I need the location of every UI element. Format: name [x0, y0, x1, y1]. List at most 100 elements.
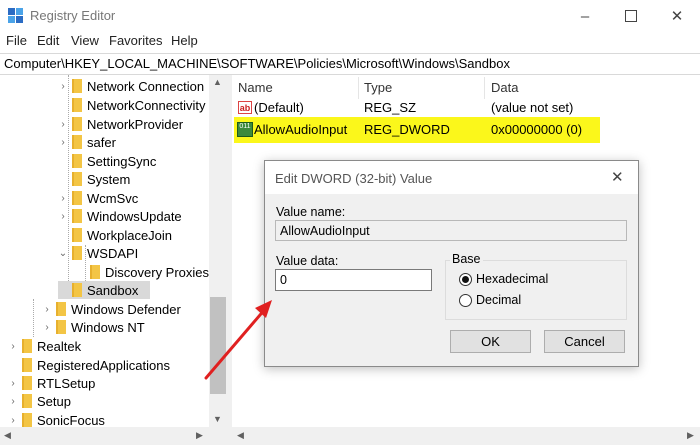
chevron-right-icon[interactable]: › [58, 193, 68, 204]
folder-icon [56, 320, 66, 334]
tree-item[interactable]: System [58, 170, 130, 188]
column-header-data[interactable]: Data [491, 80, 518, 95]
scroll-down-icon[interactable]: ▼ [213, 414, 222, 424]
tree-item[interactable]: › WindowsUpdate [58, 207, 181, 225]
scroll-left-icon[interactable]: ◀ [237, 430, 244, 441]
tree-item[interactable]: › Realtek [8, 337, 81, 355]
folder-icon [22, 358, 32, 372]
ok-button[interactable]: OK [450, 330, 531, 353]
title-bar: Registry Editor – ✕ [0, 0, 700, 32]
folder-icon [72, 172, 82, 186]
menu-favorites[interactable]: Favorites [109, 33, 162, 48]
chevron-right-icon[interactable]: › [8, 341, 18, 352]
column-header-name[interactable]: Name [238, 80, 273, 95]
chevron-right-icon[interactable]: › [42, 322, 52, 333]
address-path: Computer\HKEY_LOCAL_MACHINE\SOFTWARE\Pol… [4, 56, 510, 71]
maximize-button[interactable] [608, 0, 654, 32]
tree-item[interactable]: › WcmSvc [58, 189, 138, 207]
chevron-right-icon[interactable]: › [58, 211, 68, 222]
address-bar[interactable]: Computer\HKEY_LOCAL_MACHINE\SOFTWARE\Pol… [0, 53, 700, 75]
tree-item[interactable]: › Network Connection [58, 77, 204, 95]
value-row[interactable]: ab (Default) REG_SZ (value not set) [232, 98, 692, 118]
chevron-right-icon[interactable]: › [8, 396, 18, 407]
chevron-right-icon[interactable]: › [58, 81, 68, 92]
tree-item[interactable]: SettingSync [58, 152, 156, 170]
chevron-right-icon[interactable]: › [58, 119, 68, 130]
folder-icon [22, 339, 32, 353]
chevron-right-icon[interactable]: › [8, 378, 18, 389]
tree-item[interactable]: › RTLSetup [8, 374, 95, 392]
value-name-label: Value name: [276, 205, 346, 219]
dialog-title: Edit DWORD (32-bit) Value [275, 171, 433, 186]
column-header-type[interactable]: Type [364, 80, 392, 95]
annotation-arrow [204, 300, 272, 380]
close-icon: ✕ [670, 8, 684, 25]
value-data-label: Value data: [276, 254, 339, 268]
column-divider[interactable] [358, 77, 359, 99]
tree-item[interactable]: › safer [58, 133, 116, 151]
folder-icon [56, 302, 66, 316]
value-name-field: AllowAudioInput [275, 220, 627, 241]
menu-help[interactable]: Help [171, 33, 198, 48]
folder-icon [22, 413, 32, 427]
tree-item[interactable]: ⌄ WSDAPI [58, 244, 139, 262]
chevron-right-icon[interactable]: › [8, 415, 18, 426]
tree-item[interactable]: › NetworkProvider [58, 115, 183, 133]
decimal-label[interactable]: Decimal [476, 293, 521, 307]
cancel-button[interactable]: Cancel [544, 330, 625, 353]
tree-item[interactable]: WorkplaceJoin [58, 226, 172, 244]
menu-edit[interactable]: Edit [37, 33, 59, 48]
tree-horizontal-scrollbar[interactable]: ◀ ▶ [0, 427, 227, 445]
hexadecimal-label[interactable]: Hexadecimal [476, 272, 548, 286]
registry-tree: › Network Connection NetworkConnectivity … [0, 75, 227, 445]
hexadecimal-radio[interactable] [459, 273, 472, 286]
value-data-input[interactable]: 0 [275, 269, 432, 291]
menu-file[interactable]: File [6, 33, 27, 48]
dialog-body: Value name: AllowAudioInput Value data: … [265, 194, 638, 366]
folder-icon [22, 394, 32, 408]
scroll-left-icon[interactable]: ◀ [4, 430, 11, 441]
tree-item-selected[interactable]: Sandbox [58, 281, 150, 299]
folder-icon [72, 98, 82, 112]
scroll-right-icon[interactable]: ▶ [196, 430, 203, 441]
scroll-right-icon[interactable]: ▶ [687, 430, 694, 441]
edit-dword-dialog: Edit DWORD (32-bit) Value ✕ Value name: … [264, 160, 639, 367]
string-value-icon: ab [238, 101, 252, 114]
value-row-highlighted[interactable]: 011 AllowAudioInput REG_DWORD 0x00000000… [234, 117, 600, 143]
minimize-icon: – [580, 7, 590, 25]
tree-item[interactable]: › Windows Defender [42, 300, 181, 318]
base-group [445, 260, 627, 320]
folder-icon [72, 283, 82, 297]
folder-icon [72, 117, 82, 131]
tree-item[interactable]: Discovery Proxies [76, 263, 209, 281]
decimal-radio[interactable] [459, 294, 472, 307]
maximize-icon [625, 10, 637, 22]
menu-view[interactable]: View [71, 33, 99, 48]
tree-item[interactable]: › Setup [8, 392, 71, 410]
base-label: Base [450, 252, 483, 266]
chevron-right-icon[interactable]: › [42, 304, 52, 315]
chevron-down-icon[interactable]: ⌄ [58, 248, 68, 259]
minimize-button[interactable]: – [562, 0, 608, 32]
window-title: Registry Editor [30, 8, 116, 23]
tree-item[interactable]: RegisteredApplications [8, 356, 170, 374]
folder-icon [72, 228, 82, 242]
folder-icon [90, 265, 100, 279]
tree-item[interactable]: › Windows NT [42, 318, 144, 336]
dialog-close-icon[interactable]: ✕ [611, 168, 624, 186]
folder-icon [72, 154, 82, 168]
folder-icon [72, 135, 82, 149]
tree-item[interactable]: NetworkConnectivity [58, 96, 206, 114]
close-button[interactable]: ✕ [654, 0, 700, 32]
column-divider[interactable] [484, 77, 485, 99]
folder-icon [22, 376, 32, 390]
chevron-right-icon[interactable]: › [58, 137, 68, 148]
folder-icon [72, 191, 82, 205]
list-horizontal-scrollbar[interactable]: ◀ ▶ [232, 427, 700, 445]
folder-icon [72, 246, 82, 260]
folder-icon [72, 79, 82, 93]
registry-editor-icon [8, 8, 24, 24]
scroll-up-icon[interactable]: ▲ [213, 77, 222, 87]
binary-value-icon: 011 [237, 122, 253, 137]
folder-icon [72, 209, 82, 223]
